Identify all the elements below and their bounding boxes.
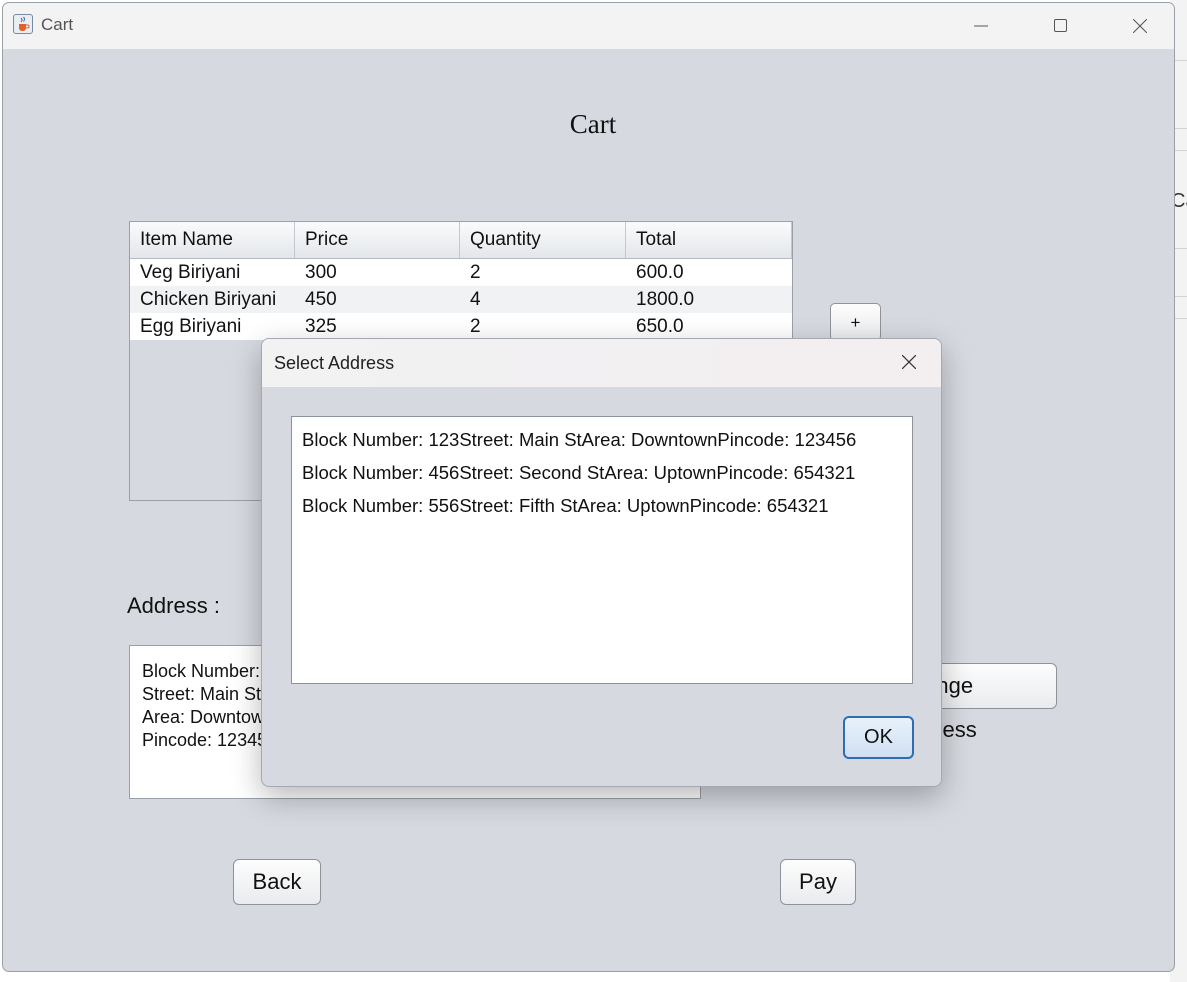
java-cup-icon [13, 14, 33, 34]
dialog-title: Select Address [274, 353, 395, 373]
table-row[interactable]: Chicken Biriyani 450 4 1800.0 [130, 286, 792, 313]
column-header-total[interactable]: Total [626, 222, 792, 258]
list-item[interactable]: Block Number: 556Street: Fifth StArea: U… [292, 489, 912, 522]
table-header: Item Name Price Quantity Total [130, 222, 792, 259]
title-bar[interactable]: Cart [3, 3, 1174, 49]
cell-quantity: 4 [470, 289, 481, 310]
column-header-item-name[interactable]: Item Name [130, 222, 295, 258]
page-title: Cart [569, 109, 617, 139]
pay-button[interactable]: Pay [780, 859, 856, 905]
cell-total: 600.0 [636, 262, 684, 283]
address-list[interactable]: Block Number: 123Street: Main StArea: Do… [291, 416, 913, 684]
column-header-price[interactable]: Price [295, 222, 460, 258]
cell-item-name: Veg Biriyani [140, 262, 241, 283]
dialog-title-bar[interactable]: Select Address [262, 339, 941, 387]
close-icon [902, 355, 916, 369]
ok-button[interactable]: OK [843, 716, 914, 759]
add-quantity-button[interactable]: + [830, 303, 881, 341]
cell-price: 450 [305, 289, 337, 310]
select-address-dialog: Select Address Block Number: 123Street: … [261, 338, 942, 787]
cell-quantity: 2 [470, 316, 481, 337]
cell-total: 1800.0 [636, 289, 695, 310]
address-label: Address : [127, 593, 220, 618]
column-header-quantity[interactable]: Quantity [460, 222, 626, 258]
cell-item-name: Egg Biriyani [140, 316, 242, 337]
cell-total: 650.0 [636, 316, 684, 337]
minimize-icon [974, 25, 988, 27]
minimize-button[interactable] [961, 11, 1001, 41]
back-button[interactable]: Back [233, 859, 321, 905]
table-row[interactable]: Egg Biriyani 325 2 650.0 [130, 313, 792, 340]
close-icon [1133, 19, 1147, 33]
close-button[interactable] [1120, 11, 1160, 41]
window-title: Cart [41, 15, 74, 34]
table-row[interactable]: Veg Biriyani 300 2 600.0 [130, 259, 792, 286]
maximize-icon [1054, 19, 1067, 32]
list-item[interactable]: Block Number: 456Street: Second StArea: … [292, 456, 912, 489]
dialog-close-button[interactable] [894, 351, 924, 375]
list-item[interactable]: Block Number: 123Street: Main StArea: Do… [292, 423, 912, 456]
cell-price: 300 [305, 262, 337, 283]
screen: Ca Cart Cart Item [0, 0, 1187, 982]
cell-item-name: Chicken Biriyani [140, 289, 277, 310]
cell-price: 325 [305, 316, 337, 337]
maximize-button[interactable] [1041, 11, 1081, 41]
cell-quantity: 2 [470, 262, 481, 283]
